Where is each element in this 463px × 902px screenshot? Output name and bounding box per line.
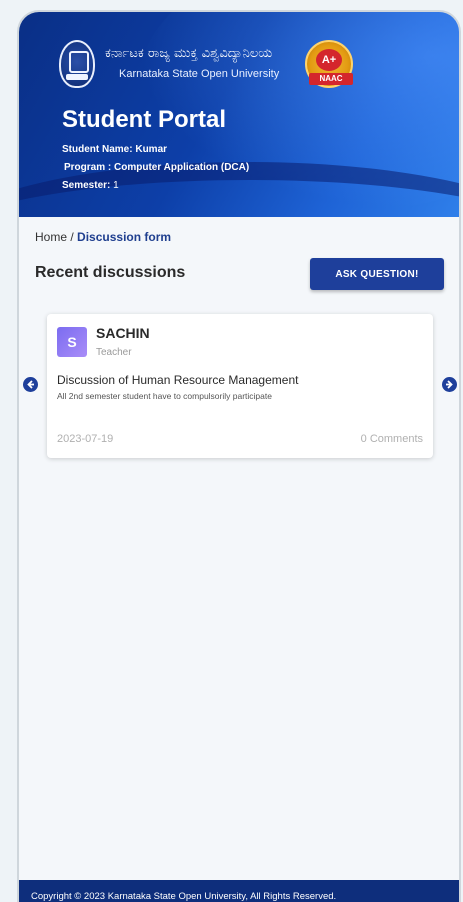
program-row: Program : Computer Application (DCA) xyxy=(64,162,250,173)
app-frame: ಕರ್ನಾಟಕ ರಾಜ್ಯ ಮುಕ್ತ ವಿಶ್ವವಿದ್ಯಾನಿಲಯ Karn… xyxy=(17,10,461,902)
portal-header: ಕರ್ನಾಟಕ ರಾಜ್ಯ ಮುಕ್ತ ವಿಶ್ವವಿದ್ಯಾನಿಲಯ Karn… xyxy=(19,12,459,217)
discussion-date: 2023-07-19 xyxy=(57,433,114,445)
arrow-right-icon[interactable] xyxy=(442,377,457,392)
university-name-kannada: ಕರ್ನಾಟಕ ರಾಜ್ಯ ಮುಕ್ತ ವಿಶ್ವವಿದ್ಯಾನಿಲಯ xyxy=(105,46,273,61)
naac-label: NAAC xyxy=(309,73,353,85)
semester-value: 1 xyxy=(113,180,119,191)
page-title: Student Portal xyxy=(62,106,227,133)
discussion-comments-count[interactable]: 0 Comments xyxy=(361,433,423,445)
naac-grade: A+ xyxy=(316,49,342,71)
breadcrumb-current: Discussion form xyxy=(77,230,172,244)
discussion-description: All 2nd semester student have to compuls… xyxy=(57,391,272,401)
naac-badge-icon: A+ NAAC xyxy=(305,40,357,92)
discussion-author: SACHIN xyxy=(96,325,150,341)
discussion-author-role: Teacher xyxy=(96,347,132,358)
footer-copyright: Copyright © 2023 Karnataka State Open Un… xyxy=(19,880,459,902)
arrow-left-icon[interactable] xyxy=(23,377,38,392)
breadcrumb-home[interactable]: Home xyxy=(35,230,67,244)
student-name-value: Kumar xyxy=(135,144,168,155)
discussion-title[interactable]: Discussion of Human Resource Management xyxy=(57,373,298,387)
university-logo-icon xyxy=(59,40,95,88)
semester-label: Semester: xyxy=(62,180,111,191)
discussion-card[interactable]: S SACHIN Teacher Discussion of Human Res… xyxy=(47,314,433,458)
student-name-label: Student Name: xyxy=(62,144,133,155)
semester-row: Semester: 1 xyxy=(62,180,119,191)
breadcrumb: Home / Discussion form xyxy=(35,230,171,244)
breadcrumb-separator: / xyxy=(70,230,74,244)
avatar: S xyxy=(57,327,87,357)
ask-question-button[interactable]: ASK QUESTION! xyxy=(310,258,444,290)
section-title: Recent discussions xyxy=(35,264,186,281)
student-name-row: Student Name: Kumar xyxy=(62,144,167,155)
university-name-english: Karnataka State Open University xyxy=(119,68,280,80)
